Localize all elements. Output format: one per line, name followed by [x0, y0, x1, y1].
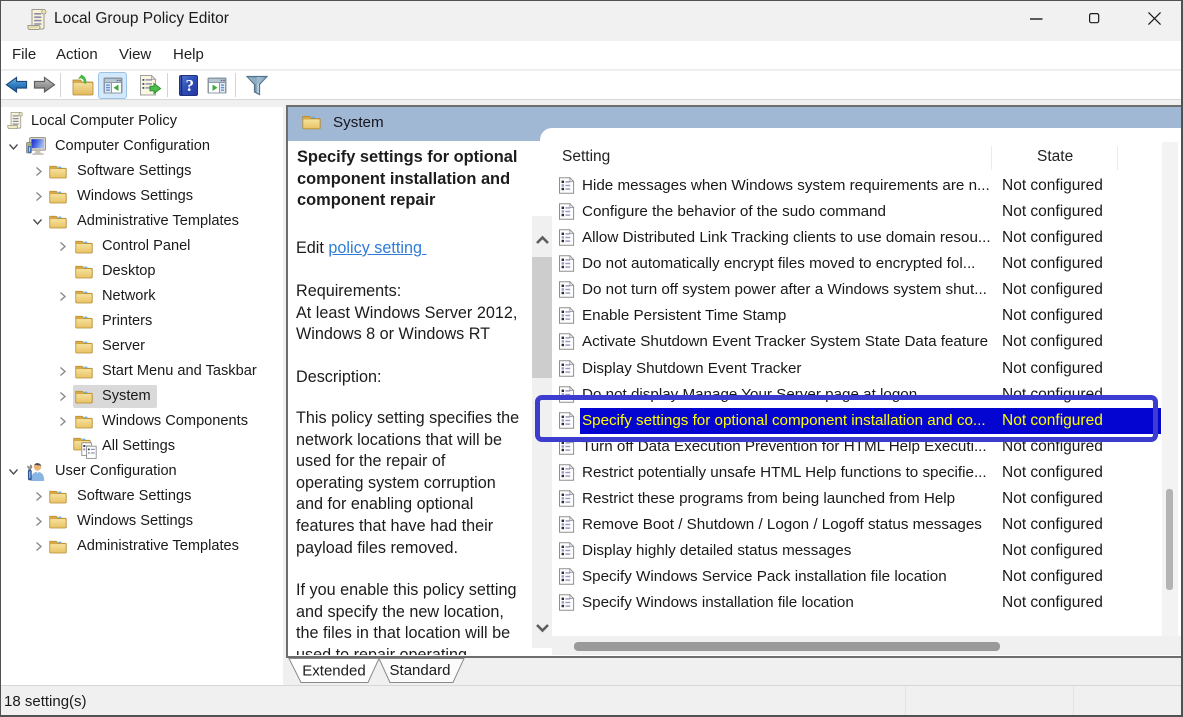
svg-text:Standard: Standard [390, 662, 451, 679]
svg-text:Extended: Extended [302, 663, 365, 680]
